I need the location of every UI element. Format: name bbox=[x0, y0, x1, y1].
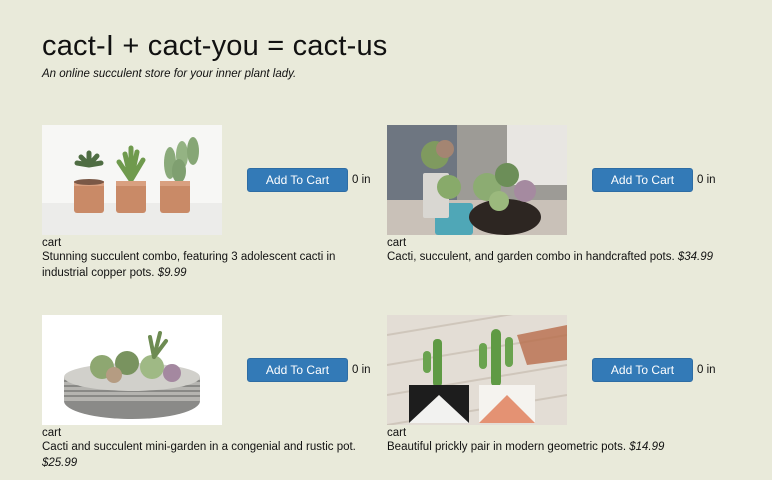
cart-count: 0 in bbox=[352, 174, 371, 186]
store-page: cact-I + cact-you = cact-us An online su… bbox=[0, 0, 772, 480]
product-description: Stunning succulent combo, featuring 3 ad… bbox=[42, 249, 377, 281]
add-to-cart-button[interactable]: Add To Cart bbox=[592, 168, 693, 192]
product-price: $9.99 bbox=[157, 267, 187, 279]
product-price: $34.99 bbox=[677, 251, 714, 263]
page-tagline: An online succulent store for your inner… bbox=[42, 68, 297, 80]
product-description-text: Cacti, succulent, and garden combo in ha… bbox=[387, 251, 678, 263]
product-card: Add To Cart 0 in cart Cacti, succulent, … bbox=[387, 125, 727, 285]
cart-count: 0 in bbox=[697, 174, 716, 186]
product-image-garden-combo bbox=[387, 125, 567, 235]
product-price: $25.99 bbox=[42, 457, 78, 469]
product-card: Add To Cart 0 in cart Stunning succulent… bbox=[42, 125, 382, 285]
product-description: Beautiful prickly pair in modern geometr… bbox=[387, 439, 722, 455]
add-to-cart-button[interactable]: Add To Cart bbox=[247, 358, 348, 382]
product-description: Cacti and succulent mini-garden in a con… bbox=[42, 439, 377, 471]
product-description-text: Stunning succulent combo, featuring 3 ad… bbox=[42, 251, 336, 279]
product-description: Cacti, succulent, and garden combo in ha… bbox=[387, 249, 722, 265]
product-description-text: Cacti and succulent mini-garden in a con… bbox=[42, 441, 356, 453]
page-title: cact-I + cact-you = cact-us bbox=[42, 30, 388, 62]
product-card: Add To Cart 0 in cart Cacti and succulen… bbox=[42, 315, 382, 475]
product-image-geometric-pots bbox=[387, 315, 567, 425]
product-card: Add To Cart 0 in cart Beautiful prickly … bbox=[387, 315, 727, 475]
product-description-text: Beautiful prickly pair in modern geometr… bbox=[387, 441, 630, 453]
product-image-mini-garden bbox=[42, 315, 222, 425]
cart-count: 0 in bbox=[697, 364, 716, 376]
cart-count: 0 in bbox=[352, 364, 371, 376]
add-to-cart-button[interactable]: Add To Cart bbox=[592, 358, 693, 382]
add-to-cart-button[interactable]: Add To Cart bbox=[247, 168, 348, 192]
product-image-copper-pots bbox=[42, 125, 222, 235]
product-price: $14.99 bbox=[629, 441, 665, 453]
